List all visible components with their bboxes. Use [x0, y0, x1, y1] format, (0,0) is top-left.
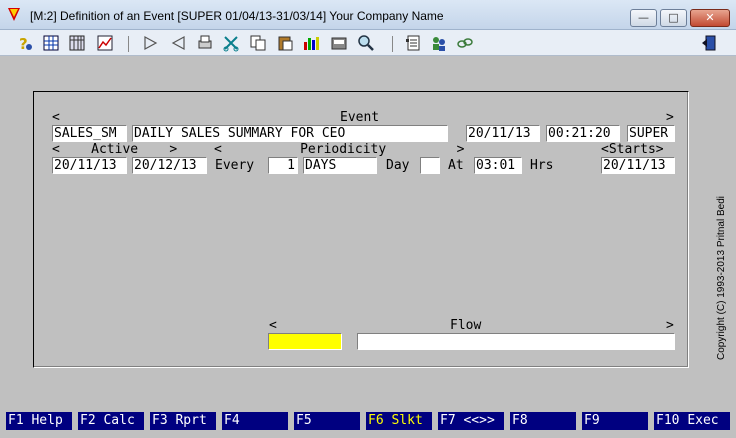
- flow-left-bracket: <: [269, 318, 277, 333]
- title-bar: [M:2] Definition of an Event [SUPER 01/0…: [0, 0, 736, 30]
- grid-icon[interactable]: [42, 34, 60, 52]
- event-date-field[interactable]: 20/11/13: [466, 125, 540, 142]
- f6-select-key[interactable]: F6 Slkt: [366, 412, 432, 430]
- active-from-field[interactable]: 20/11/13: [52, 157, 127, 174]
- app-logo-icon: [8, 8, 20, 21]
- event-user-field[interactable]: SUPER: [627, 125, 675, 142]
- save-icon[interactable]: [330, 34, 348, 52]
- active-to-field[interactable]: 20/12/13: [132, 157, 207, 174]
- close-icon: ✕: [705, 11, 715, 24]
- next-icon[interactable]: [141, 34, 159, 52]
- flow-field[interactable]: [357, 333, 675, 350]
- event-code-field[interactable]: SALES_SM: [52, 125, 127, 142]
- table-icon[interactable]: [68, 34, 86, 52]
- active-header: < Active >: [52, 142, 178, 157]
- toolbar-separator: [392, 36, 393, 52]
- f8-key[interactable]: F8: [510, 412, 576, 430]
- event-header: Event: [340, 110, 380, 125]
- f9-key[interactable]: F9: [582, 412, 648, 430]
- users-icon[interactable]: [430, 34, 448, 52]
- f4-key[interactable]: F4: [222, 412, 288, 430]
- help-icon[interactable]: ?: [16, 34, 34, 52]
- bar-chart-icon[interactable]: [302, 34, 320, 52]
- maximize-button[interactable]: □: [660, 9, 687, 27]
- paste-icon[interactable]: [276, 34, 294, 52]
- window-title: [M:2] Definition of an Event [SUPER 01/0…: [30, 9, 444, 23]
- f7-navigate-key[interactable]: F7 <<>>: [438, 412, 504, 430]
- at-label: At: [448, 158, 464, 173]
- close-button[interactable]: ✕: [690, 9, 730, 27]
- f10-execute-key[interactable]: F10 Exec: [654, 412, 730, 430]
- starts-header: <Starts>: [601, 142, 664, 157]
- document-icon[interactable]: [404, 34, 422, 52]
- cut-icon[interactable]: [222, 34, 240, 52]
- day-label: Day: [386, 158, 410, 173]
- period-unit-field[interactable]: DAYS: [303, 157, 377, 174]
- every-value-field[interactable]: 1: [268, 157, 298, 174]
- event-time-field[interactable]: 00:21:20: [546, 125, 620, 142]
- f3-report-key[interactable]: F3 Rprt: [150, 412, 216, 430]
- periodicity-header: < Periodicity >: [214, 142, 465, 157]
- copyright-text: Copyright (C) 1993-2013 Pritnal Bedi: [716, 196, 727, 360]
- minimize-icon: —: [638, 11, 649, 24]
- toolbar: ?: [0, 30, 736, 56]
- day-value-field[interactable]: [420, 157, 440, 174]
- event-left-bracket: <: [52, 110, 60, 125]
- every-label: Every: [215, 158, 255, 173]
- flow-header: Flow: [450, 318, 482, 333]
- copy-icon[interactable]: [249, 34, 267, 52]
- flow-right-bracket: >: [666, 318, 674, 333]
- flow-code-field[interactable]: [268, 333, 342, 350]
- function-key-bar: F1 Help F2 Calc F3 Rprt F4 F5 F6 Slkt F7…: [0, 412, 736, 432]
- print-icon[interactable]: [196, 34, 214, 52]
- at-time-field[interactable]: 03:01: [474, 157, 522, 174]
- event-right-bracket: >: [666, 110, 674, 125]
- event-description-field[interactable]: DAILY SALES SUMMARY FOR CEO: [132, 125, 448, 142]
- previous-icon[interactable]: [170, 34, 188, 52]
- f5-key[interactable]: F5: [294, 412, 360, 430]
- link-icon[interactable]: [456, 34, 474, 52]
- svg-text:?: ?: [19, 35, 28, 52]
- maximize-icon: □: [668, 11, 679, 24]
- f1-help-key[interactable]: F1 Help: [6, 412, 72, 430]
- toolbar-separator: [128, 36, 129, 52]
- chart-icon[interactable]: [96, 34, 114, 52]
- minimize-button[interactable]: —: [630, 9, 657, 27]
- f2-calc-key[interactable]: F2 Calc: [78, 412, 144, 430]
- exit-door-icon[interactable]: [700, 34, 718, 52]
- hrs-label: Hrs: [530, 158, 554, 173]
- starts-field[interactable]: 20/11/13: [601, 157, 675, 174]
- search-icon[interactable]: [357, 34, 375, 52]
